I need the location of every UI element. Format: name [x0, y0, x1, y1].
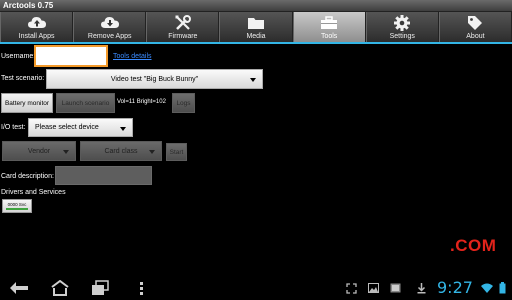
- back-icon[interactable]: [8, 280, 30, 296]
- title-bar: Arctools 0.75: [0, 0, 512, 12]
- toolbox-icon: [320, 14, 338, 32]
- start-label: Start: [169, 148, 184, 156]
- tab-tools-label: Tools: [320, 33, 338, 40]
- screenshot-icon[interactable]: [389, 282, 401, 294]
- drivers-status-bar: [6, 208, 28, 210]
- launch-scenario-button[interactable]: Launch scenario: [56, 93, 115, 113]
- folder-icon: [247, 14, 265, 32]
- test-scenario-dropdown[interactable]: Video test "Big Buck Bunny": [46, 69, 263, 89]
- menu-icon[interactable]: [131, 280, 153, 296]
- username-input[interactable]: [34, 45, 108, 67]
- card-class-dropdown[interactable]: Card class: [80, 141, 162, 161]
- image-notification-icon[interactable]: [367, 282, 379, 294]
- io-test-label: I/O test:: [1, 124, 26, 131]
- tab-install-apps-label: Install Apps: [18, 33, 55, 40]
- tab-firmware-label: Firmware: [168, 33, 198, 40]
- io-device-value: Please select device: [35, 124, 99, 131]
- tab-settings-label: Settings: [389, 33, 415, 40]
- card-description-field[interactable]: [55, 166, 152, 185]
- download-icon[interactable]: [415, 282, 427, 294]
- tab-tools[interactable]: Tools: [292, 12, 366, 42]
- test-scenario-value: Video test "Big Buck Bunny": [110, 75, 199, 83]
- tab-bar: Install Apps Remove Apps Firmware Media …: [0, 12, 512, 42]
- card-description-label: Card description:: [1, 173, 54, 180]
- gear-icon: [393, 14, 411, 32]
- card-class-value: Card class: [104, 147, 138, 155]
- home-icon[interactable]: [49, 280, 71, 296]
- logs-label: Logs: [176, 99, 191, 107]
- wifi-icon: [481, 282, 493, 294]
- start-button[interactable]: Start: [166, 143, 187, 161]
- recent-apps-icon[interactable]: [89, 280, 111, 296]
- app-title: Arctools 0.75: [3, 1, 54, 10]
- tab-media[interactable]: Media: [219, 12, 293, 42]
- launch-scenario-label: Launch scenario: [61, 99, 110, 107]
- vendor-value: Vendor: [27, 147, 51, 155]
- drivers-badge-label: 0000 Svc: [7, 202, 27, 207]
- drivers-services-label: Drivers and Services: [1, 189, 66, 196]
- tools-details-link[interactable]: Tools details: [113, 53, 152, 60]
- tab-settings[interactable]: Settings: [365, 12, 439, 42]
- vol-bright-readout: Vol=11 Bright=102: [117, 99, 166, 105]
- test-scenario-label: Test scenario:: [1, 75, 45, 82]
- chevron-down-icon: [250, 78, 256, 82]
- system-bar: [0, 276, 512, 300]
- tag-icon: [466, 14, 484, 32]
- chevron-down-icon: [149, 150, 155, 154]
- cloud-download-icon: [100, 14, 119, 32]
- tab-install-apps[interactable]: Install Apps: [0, 12, 74, 42]
- tab-firmware[interactable]: Firmware: [146, 12, 220, 42]
- tab-remove-apps[interactable]: Remove Apps: [73, 12, 147, 42]
- tab-about[interactable]: About: [438, 12, 512, 42]
- chevron-down-icon: [120, 126, 126, 131]
- tab-media-label: Media: [246, 33, 266, 40]
- vendor-dropdown[interactable]: Vendor: [2, 141, 76, 161]
- username-label: Username:: [1, 53, 36, 60]
- status-clock: 9:27: [437, 278, 473, 297]
- tab-indicator-line: [0, 42, 512, 44]
- wrench-screwdriver-icon: [174, 14, 192, 32]
- drivers-services-button[interactable]: 0000 Svc: [2, 199, 32, 213]
- chevron-down-icon: [63, 150, 69, 154]
- screen-compat-icon[interactable]: [345, 282, 357, 294]
- watermark-text: .COM: [450, 236, 497, 255]
- cloud-upload-icon: [27, 14, 46, 32]
- io-device-dropdown[interactable]: Please select device: [28, 118, 133, 137]
- logs-button[interactable]: Logs: [172, 93, 195, 113]
- tab-remove-apps-label: Remove Apps: [87, 33, 132, 40]
- battery-monitor-button[interactable]: Battery monitor: [1, 93, 53, 113]
- battery-icon: [496, 282, 508, 294]
- tab-about-label: About: [466, 33, 485, 40]
- battery-monitor-label: Battery monitor: [4, 99, 50, 107]
